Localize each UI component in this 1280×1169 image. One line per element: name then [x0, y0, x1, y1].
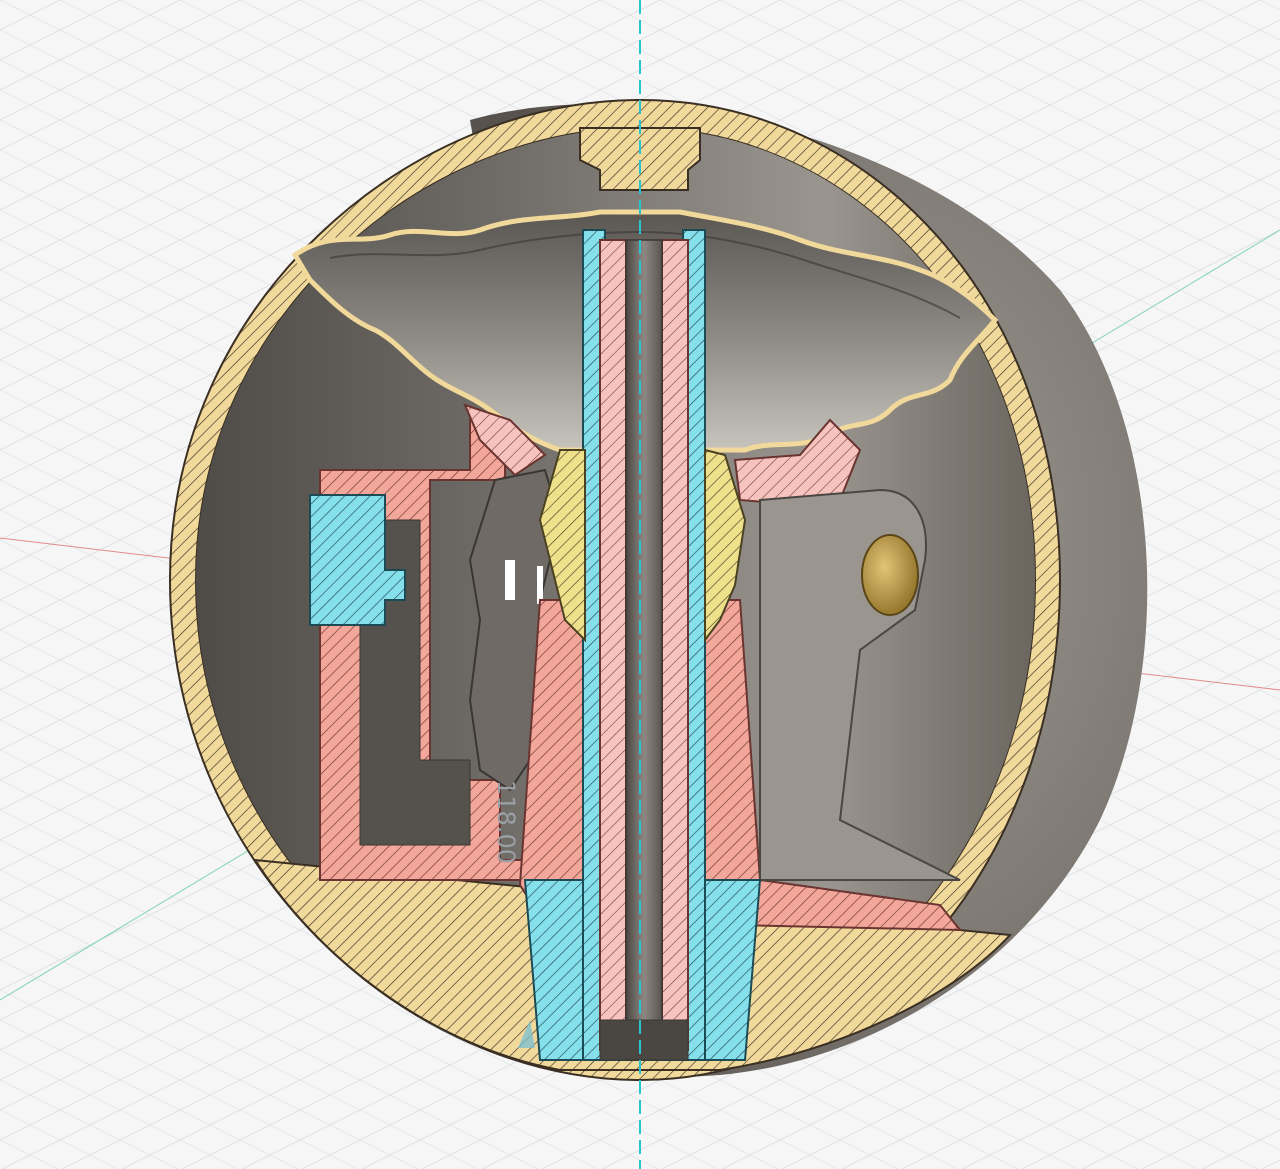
lower-bore — [599, 1019, 689, 1061]
dimension-label[interactable]: 118.00 — [492, 780, 520, 864]
brass-cap[interactable] — [861, 534, 919, 616]
inner-sleeve-left[interactable] — [599, 239, 627, 1051]
central-shaft[interactable] — [625, 239, 663, 1061]
cad-viewport[interactable]: 118.00 — [0, 0, 1280, 1169]
inner-sleeve-right[interactable] — [661, 239, 689, 1051]
section-view-canvas[interactable]: 118.00 — [0, 0, 1280, 1169]
